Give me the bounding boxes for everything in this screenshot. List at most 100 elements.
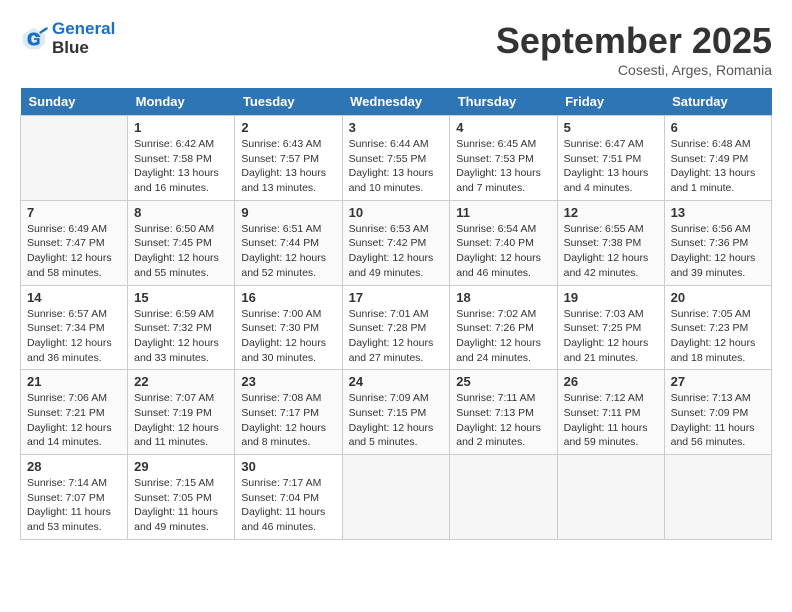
day-info: Sunrise: 7:07 AMSunset: 7:19 PMDaylight:…: [134, 391, 228, 450]
header-tuesday: Tuesday: [235, 88, 342, 116]
week-row-3: 14 Sunrise: 6:57 AMSunset: 7:34 PMDayligh…: [21, 285, 772, 370]
calendar-cell: 9Sunrise: 6:51 AMSunset: 7:44 PMDaylight…: [235, 200, 342, 285]
day-number: 24: [349, 374, 444, 389]
header-saturday: Saturday: [664, 88, 771, 116]
week-row-4: 21 Sunrise: 7:06 AMSunset: 7:21 PMDayligh…: [21, 370, 772, 455]
day-number: 23: [241, 374, 335, 389]
day-info: Sunrise: 6:44 AMSunset: 7:55 PMDaylight:…: [349, 137, 444, 196]
logo-text: General Blue: [52, 20, 115, 57]
calendar-cell: 8 Sunrise: 6:50 AMSunset: 7:45 PMDaylight…: [128, 200, 235, 285]
calendar-cell: 16 Sunrise: 7:00 AMSunset: 7:30 PMDayligh…: [235, 285, 342, 370]
calendar-cell: 23 Sunrise: 7:08 AMSunset: 7:17 PMDayligh…: [235, 370, 342, 455]
day-number: 10: [349, 205, 444, 220]
calendar-cell: 15Sunrise: 6:59 AMSunset: 7:32 PMDayligh…: [128, 285, 235, 370]
calendar-cell: 25 Sunrise: 7:11 AMSunset: 7:13 PMDayligh…: [450, 370, 557, 455]
day-info: Sunrise: 6:54 AMSunset: 7:40 PMDaylight:…: [456, 222, 550, 281]
calendar-cell: [21, 116, 128, 201]
day-info: Sunrise: 7:01 AMSunset: 7:28 PMDaylight:…: [349, 307, 444, 366]
day-info: Sunrise: 6:55 AMSunset: 7:38 PMDaylight:…: [564, 222, 658, 281]
day-info: Sunrise: 6:42 AMSunset: 7:58 PMDaylight:…: [134, 137, 228, 196]
calendar-cell: 27 Sunrise: 7:13 AMSunset: 7:09 PMDayligh…: [664, 370, 771, 455]
day-info: Sunrise: 7:08 AMSunset: 7:17 PMDaylight:…: [241, 391, 335, 450]
day-number: 1: [134, 120, 228, 135]
logo: General Blue: [20, 20, 115, 57]
calendar-cell: 21 Sunrise: 7:06 AMSunset: 7:21 PMDayligh…: [21, 370, 128, 455]
day-info: Sunrise: 7:09 AMSunset: 7:15 PMDaylight:…: [349, 391, 444, 450]
day-number: 8: [134, 205, 228, 220]
calendar-cell: 28 Sunrise: 7:14 AMSunset: 7:07 PMDayligh…: [21, 455, 128, 540]
week-row-2: 7 Sunrise: 6:49 AMSunset: 7:47 PMDaylight…: [21, 200, 772, 285]
day-info: Sunrise: 6:45 AMSunset: 7:53 PMDaylight:…: [456, 137, 550, 196]
day-number: 28: [27, 459, 121, 474]
calendar-cell: 3 Sunrise: 6:44 AMSunset: 7:55 PMDaylight…: [342, 116, 450, 201]
day-number: 27: [671, 374, 765, 389]
calendar-subtitle: Cosesti, Arges, Romania: [496, 62, 772, 78]
day-info: Sunrise: 6:48 AMSunset: 7:49 PMDaylight:…: [671, 137, 765, 196]
calendar-cell: 6 Sunrise: 6:48 AMSunset: 7:49 PMDaylight…: [664, 116, 771, 201]
calendar-cell: [450, 455, 557, 540]
day-info: Sunrise: 7:12 AMSunset: 7:11 PMDaylight:…: [564, 391, 658, 450]
calendar-title: September 2025: [496, 20, 772, 62]
day-number: 2: [241, 120, 335, 135]
day-info: Sunrise: 6:43 AMSunset: 7:57 PMDaylight:…: [241, 137, 335, 196]
day-number: 14: [27, 290, 121, 305]
day-number: 17: [349, 290, 444, 305]
day-info: Sunrise: 6:56 AMSunset: 7:36 PMDaylight:…: [671, 222, 765, 281]
week-row-5: 28 Sunrise: 7:14 AMSunset: 7:07 PMDayligh…: [21, 455, 772, 540]
day-info: Sunrise: 7:15 AMSunset: 7:05 PMDaylight:…: [134, 476, 228, 535]
day-info: Sunrise: 7:13 AMSunset: 7:09 PMDaylight:…: [671, 391, 765, 450]
day-number: 15: [134, 290, 228, 305]
header-wednesday: Wednesday: [342, 88, 450, 116]
day-number: 18: [456, 290, 550, 305]
day-info: Sunrise: 7:14 AMSunset: 7:07 PMDaylight:…: [27, 476, 121, 535]
day-info: Sunrise: 7:02 AMSunset: 7:26 PMDaylight:…: [456, 307, 550, 366]
day-number: 19: [564, 290, 658, 305]
calendar-cell: 11Sunrise: 6:54 AMSunset: 7:40 PMDayligh…: [450, 200, 557, 285]
calendar-cell: 12Sunrise: 6:55 AMSunset: 7:38 PMDayligh…: [557, 200, 664, 285]
calendar-cell: 26 Sunrise: 7:12 AMSunset: 7:11 PMDayligh…: [557, 370, 664, 455]
day-info: Sunrise: 7:11 AMSunset: 7:13 PMDaylight:…: [456, 391, 550, 450]
header-row: SundayMondayTuesdayWednesdayThursdayFrid…: [21, 88, 772, 116]
page-header: General Blue September 2025 Cosesti, Arg…: [20, 20, 772, 78]
day-info: Sunrise: 6:49 AMSunset: 7:47 PMDaylight:…: [27, 222, 121, 281]
calendar-cell: 13Sunrise: 6:56 AMSunset: 7:36 PMDayligh…: [664, 200, 771, 285]
day-info: Sunrise: 6:51 AMSunset: 7:44 PMDaylight:…: [241, 222, 335, 281]
calendar-cell: [664, 455, 771, 540]
calendar-cell: [557, 455, 664, 540]
calendar-cell: 1 Sunrise: 6:42 AMSunset: 7:58 PMDaylight…: [128, 116, 235, 201]
day-info: Sunrise: 6:50 AMSunset: 7:45 PMDaylight:…: [134, 222, 228, 281]
day-info: Sunrise: 6:57 AMSunset: 7:34 PMDaylight:…: [27, 307, 121, 366]
title-block: September 2025 Cosesti, Arges, Romania: [496, 20, 772, 78]
week-row-1: 1 Sunrise: 6:42 AMSunset: 7:58 PMDaylight…: [21, 116, 772, 201]
day-info: Sunrise: 7:17 AMSunset: 7:04 PMDaylight:…: [241, 476, 335, 535]
calendar-cell: 18 Sunrise: 7:02 AMSunset: 7:26 PMDayligh…: [450, 285, 557, 370]
calendar-cell: 22Sunrise: 7:07 AMSunset: 7:19 PMDayligh…: [128, 370, 235, 455]
calendar-cell: 2 Sunrise: 6:43 AMSunset: 7:57 PMDaylight…: [235, 116, 342, 201]
day-number: 30: [241, 459, 335, 474]
day-number: 7: [27, 205, 121, 220]
day-number: 25: [456, 374, 550, 389]
day-info: Sunrise: 6:47 AMSunset: 7:51 PMDaylight:…: [564, 137, 658, 196]
day-info: Sunrise: 7:06 AMSunset: 7:21 PMDaylight:…: [27, 391, 121, 450]
calendar-cell: 24 Sunrise: 7:09 AMSunset: 7:15 PMDayligh…: [342, 370, 450, 455]
logo-icon: [20, 25, 48, 53]
day-number: 4: [456, 120, 550, 135]
day-number: 6: [671, 120, 765, 135]
day-number: 21: [27, 374, 121, 389]
calendar-cell: [342, 455, 450, 540]
calendar-cell: 10 Sunrise: 6:53 AMSunset: 7:42 PMDayligh…: [342, 200, 450, 285]
day-info: Sunrise: 7:00 AMSunset: 7:30 PMDaylight:…: [241, 307, 335, 366]
day-info: Sunrise: 6:53 AMSunset: 7:42 PMDaylight:…: [349, 222, 444, 281]
day-number: 5: [564, 120, 658, 135]
calendar-cell: 29Sunrise: 7:15 AMSunset: 7:05 PMDayligh…: [128, 455, 235, 540]
day-number: 3: [349, 120, 444, 135]
day-number: 16: [241, 290, 335, 305]
day-info: Sunrise: 7:03 AMSunset: 7:25 PMDaylight:…: [564, 307, 658, 366]
calendar-cell: 7 Sunrise: 6:49 AMSunset: 7:47 PMDaylight…: [21, 200, 128, 285]
calendar-cell: 19 Sunrise: 7:03 AMSunset: 7:25 PMDayligh…: [557, 285, 664, 370]
header-thursday: Thursday: [450, 88, 557, 116]
calendar-cell: 17 Sunrise: 7:01 AMSunset: 7:28 PMDayligh…: [342, 285, 450, 370]
day-number: 26: [564, 374, 658, 389]
calendar-cell: 14 Sunrise: 6:57 AMSunset: 7:34 PMDayligh…: [21, 285, 128, 370]
calendar-cell: 4 Sunrise: 6:45 AMSunset: 7:53 PMDaylight…: [450, 116, 557, 201]
